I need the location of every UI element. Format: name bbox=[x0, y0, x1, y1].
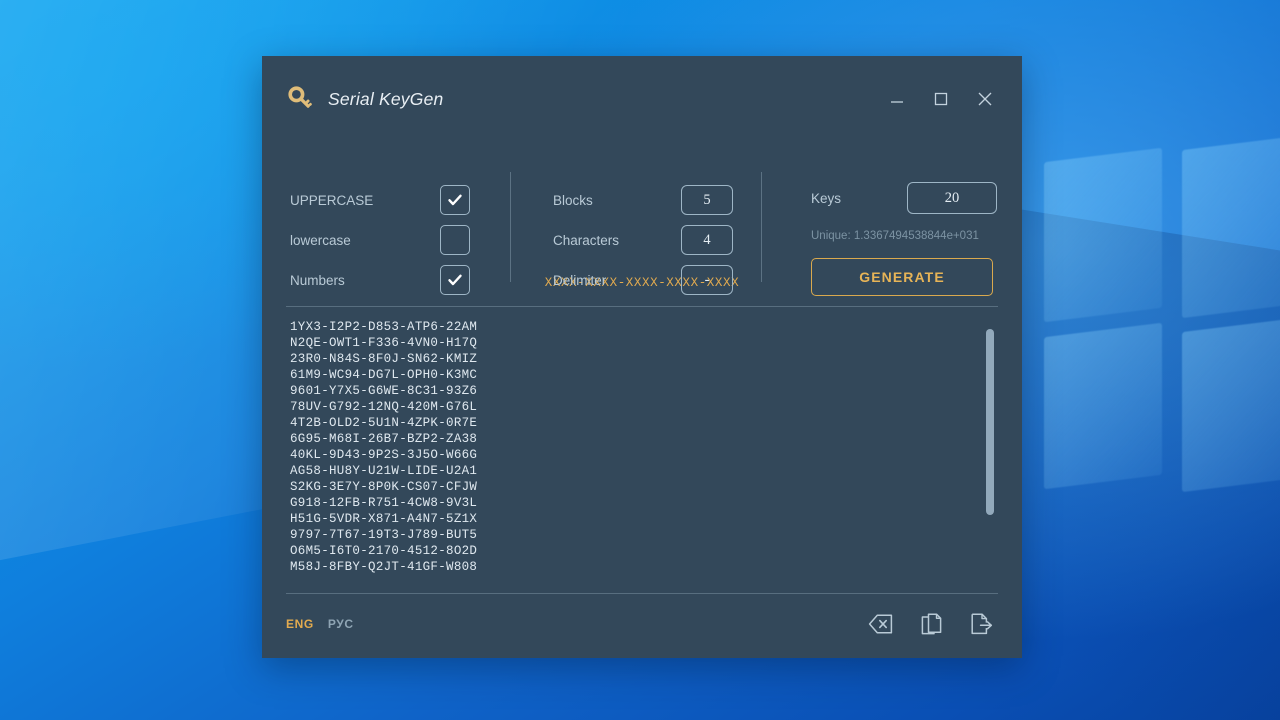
blocks-label: Blocks bbox=[553, 192, 593, 208]
lowercase-label: lowercase bbox=[290, 232, 351, 248]
language-switcher: ENG РУС bbox=[286, 617, 354, 631]
delimiter-input[interactable]: - bbox=[681, 265, 733, 295]
key-list-scrollbar[interactable] bbox=[986, 319, 994, 581]
key-list-panel: 1YX3-I2P2-D853-ATP6-22AM N2QE-OWT1-F336-4… bbox=[262, 307, 1022, 593]
key-line: 1YX3-I2P2-D853-ATP6-22AM bbox=[290, 320, 478, 334]
wallpaper-pane bbox=[1182, 133, 1280, 319]
keys-count-input[interactable]: 20 bbox=[907, 182, 997, 214]
wallpaper-pane bbox=[1044, 147, 1162, 323]
key-line: 9601-Y7X5-G6WE-8C31-93Z6 bbox=[290, 384, 478, 398]
generate-button[interactable]: GENERATE bbox=[811, 258, 993, 296]
keys-label: Keys bbox=[811, 190, 842, 206]
numbers-checkbox[interactable] bbox=[440, 265, 470, 295]
wallpaper-pane bbox=[1182, 315, 1280, 493]
option-row-characters: Characters 4 bbox=[553, 220, 733, 260]
minimize-icon bbox=[889, 91, 905, 107]
footer-actions bbox=[864, 607, 998, 641]
options-panel: UPPERCASE lowercase Numbers Blocks 5 Cha… bbox=[262, 144, 1022, 296]
option-row-uppercase: UPPERCASE bbox=[290, 180, 470, 220]
characters-label: Characters bbox=[553, 232, 620, 248]
key-line: 61M9-WC94-DG7L-OPH0-K3MC bbox=[290, 368, 478, 382]
option-row-delimiter: Delimiter - bbox=[553, 260, 733, 300]
app-brand: Serial KeyGen bbox=[286, 84, 443, 114]
key-line: 9797-7T67-19T3-J789-BUT5 bbox=[290, 528, 478, 542]
lowercase-checkbox[interactable] bbox=[440, 225, 470, 255]
option-row-keys: Keys 20 bbox=[811, 182, 997, 214]
key-line: 6G95-M68I-26B7-BZP2-ZA38 bbox=[290, 432, 478, 446]
export-button[interactable] bbox=[964, 607, 998, 641]
close-icon bbox=[976, 90, 994, 108]
key-line: H51G-5VDR-X871-A4N7-5Z1X bbox=[290, 512, 478, 526]
clear-button[interactable] bbox=[864, 607, 898, 641]
key-list[interactable]: 1YX3-I2P2-D853-ATP6-22AM N2QE-OWT1-F336-4… bbox=[290, 319, 998, 575]
delimiter-label: Delimiter bbox=[553, 272, 607, 288]
footer-bar: ENG РУС bbox=[262, 594, 1022, 654]
characters-input[interactable]: 4 bbox=[681, 225, 733, 255]
export-icon bbox=[968, 612, 994, 636]
maximize-button[interactable] bbox=[924, 84, 958, 114]
character-set-column: UPPERCASE lowercase Numbers bbox=[290, 144, 470, 300]
serial-keygen-window: Serial KeyGen UPPERCASE lowercase Number… bbox=[262, 56, 1022, 658]
key-line: 4T2B-OLD2-5U1N-4ZPK-0R7E bbox=[290, 416, 478, 430]
options-divider bbox=[510, 172, 511, 282]
unique-combinations-text: Unique: 1.3367494538844e+031 bbox=[811, 230, 979, 242]
keys-column: Keys 20 Unique: 1.3367494538844e+031 GEN… bbox=[811, 144, 997, 296]
key-list-scrollbar-thumb[interactable] bbox=[986, 329, 994, 515]
minimize-button[interactable] bbox=[880, 84, 914, 114]
window-controls bbox=[880, 84, 1002, 114]
language-rus[interactable]: РУС bbox=[328, 617, 354, 631]
blocks-input[interactable]: 5 bbox=[681, 185, 733, 215]
numbers-label: Numbers bbox=[290, 272, 345, 288]
clear-icon bbox=[868, 612, 894, 636]
key-line: 40KL-9D43-9P2S-3J5O-W66G bbox=[290, 448, 478, 462]
option-row-blocks: Blocks 5 bbox=[553, 180, 733, 220]
key-line: 23R0-N84S-8F0J-SN62-KMIZ bbox=[290, 352, 478, 366]
check-icon bbox=[446, 231, 464, 249]
key-line: M58J-8FBY-Q2JT-41GF-W808 bbox=[290, 560, 478, 574]
option-row-numbers: Numbers bbox=[290, 260, 470, 300]
check-icon bbox=[446, 191, 464, 209]
key-line: O6M5-I6T0-2170-4512-8O2D bbox=[290, 544, 478, 558]
option-row-lowercase: lowercase bbox=[290, 220, 470, 260]
key-line: AG58-HU8Y-U21W-LIDE-U2A1 bbox=[290, 464, 478, 478]
copy-icon bbox=[918, 612, 944, 636]
key-line: N2QE-OWT1-F336-4VN0-H17Q bbox=[290, 336, 478, 350]
check-icon bbox=[446, 271, 464, 289]
options-divider bbox=[761, 172, 762, 282]
key-line: S2KG-3E7Y-8P0K-CS07-CFJW bbox=[290, 480, 478, 494]
key-line: 78UV-G792-12NQ-420M-G76L bbox=[290, 400, 478, 414]
key-line: G918-12FB-R751-4CW8-9V3L bbox=[290, 496, 478, 510]
format-column: Blocks 5 Characters 4 Delimiter - bbox=[553, 144, 733, 300]
uppercase-checkbox[interactable] bbox=[440, 185, 470, 215]
uppercase-label: UPPERCASE bbox=[290, 192, 374, 208]
copy-button[interactable] bbox=[914, 607, 948, 641]
title-bar[interactable]: Serial KeyGen bbox=[262, 56, 1022, 144]
wallpaper-pane bbox=[1044, 322, 1162, 490]
maximize-icon bbox=[933, 91, 949, 107]
language-eng[interactable]: ENG bbox=[286, 617, 314, 631]
app-title: Serial KeyGen bbox=[328, 88, 444, 109]
key-icon bbox=[286, 84, 316, 114]
close-button[interactable] bbox=[968, 84, 1002, 114]
